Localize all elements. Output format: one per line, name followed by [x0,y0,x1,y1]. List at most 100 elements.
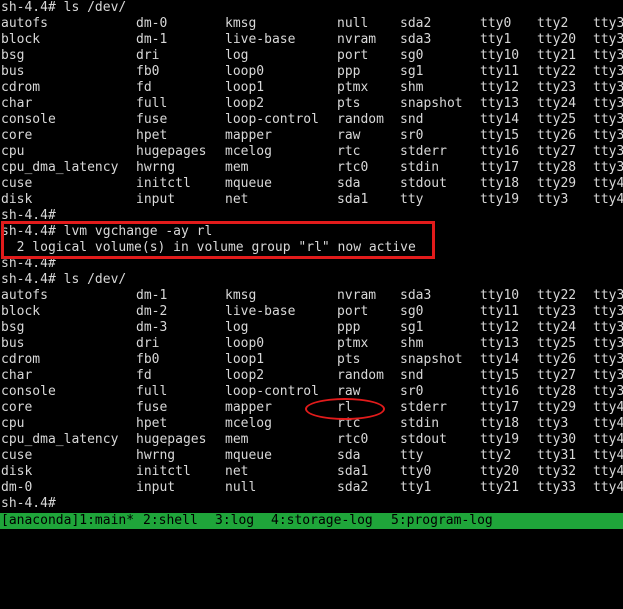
device-entry: mqueue [225,448,272,463]
device-entry: disk [1,464,33,479]
device-entry: tty20 [537,32,577,47]
device-entry: sda [337,448,361,463]
device-entry: tty28 [537,384,577,399]
device-entry: tty3 [593,64,623,79]
device-entry: port [337,304,369,319]
device-entry: cpu [1,144,25,159]
device-entry: initctl [136,464,191,479]
device-entry: cpu_dma_latency [1,160,119,175]
device-entry: initctl [136,176,191,191]
device-entry: tty0 [400,464,432,479]
device-entry: snd [400,368,424,383]
device-entry: tty26 [537,128,577,143]
device-entry: tty13 [480,96,520,111]
device-entry: rtc0 [337,160,369,175]
device-entry: input [136,480,176,495]
device-entry: tty3 [593,16,623,31]
device-entry: core [1,128,33,143]
device-entry: tty10 [480,288,520,303]
status-tab-shell[interactable]: 2:shell [143,513,198,529]
device-entry: loop1 [225,80,265,95]
terminal-screen[interactable]: sh-4.4# ls /dev/ autofs dm-0 kmsg null sda2 t… [0,0,623,513]
device-entry: net [225,192,249,207]
device-entry: tty23 [537,80,577,95]
device-entry: pts [337,352,361,367]
command-line-ls-2: sh-4.4# ls /dev/ [1,272,127,287]
device-entry: sda1 [337,464,369,479]
device-entry: mcelog [225,144,272,159]
listing-row: cdrom fd loop1 ptmx shm tty12 tty23 tty3 [0,80,623,96]
device-entry: bsg [1,320,25,335]
listing-row: cdrom fb0 loop1 pts snapshot tty14 tty26 tty3 [0,352,623,368]
device-entry: tty4 [593,448,623,463]
device-entry: core [1,400,33,415]
device-entry: fd [136,368,152,383]
highlight-ellipse-annotation [305,398,385,420]
listing-row: dm-0 input null sda2 tty1 tty21 tty33 tty4 [0,480,623,496]
device-entry: tty4 [593,192,623,207]
device-entry: tty24 [537,320,577,335]
device-entry: stdin [400,160,440,175]
status-session[interactable]: [anaconda]1:main* [1,513,134,529]
device-entry: cpu [1,416,25,431]
device-entry: tty2 [537,16,569,31]
device-entry: tty1 [400,480,432,495]
device-entry: input [136,192,176,207]
device-entry: tty3 [593,160,623,175]
device-entry: sda3 [400,32,432,47]
device-entry: sr0 [400,128,424,143]
device-entry: tty19 [480,432,520,447]
device-entry: mqueue [225,176,272,191]
device-entry: tty3 [593,288,623,303]
device-entry: net [225,464,249,479]
device-entry: tty29 [537,176,577,191]
listing-row: bus fb0 loop0 ppp sg1 tty11 tty22 tty3 [0,64,623,80]
status-tab-program-log[interactable]: 5:program-log [391,513,493,529]
listing-row: char fd loop2 random snd tty15 tty27 tty3 [0,368,623,384]
device-entry: full [136,96,168,111]
device-entry: cdrom [1,80,41,95]
final-prompt-line: sh-4.4# [1,496,56,511]
device-entry: tty3 [593,128,623,143]
device-entry: loop2 [225,368,265,383]
device-entry: tty16 [480,144,520,159]
listing-row: cpu_dma_latency hwrng mem rtc0 stdin tty17 tty… [0,160,623,176]
device-entry: tty25 [537,112,577,127]
device-entry: pts [337,96,361,111]
device-entry: tty21 [537,48,577,63]
device-entry: tty3 [593,320,623,335]
device-entry: dm-1 [136,32,168,47]
listing-row: console full loop-control raw sr0 tty16 tty28 t… [0,384,623,400]
device-entry: autofs [1,288,48,303]
device-entry: tty3 [593,352,623,367]
device-entry: fuse [136,400,168,415]
device-entry: tty26 [537,352,577,367]
device-entry: bsg [1,48,25,63]
device-entry: tty17 [480,400,520,415]
device-entry: tty27 [537,368,577,383]
device-entry: tty3 [593,112,623,127]
device-entry: snd [400,112,424,127]
status-tab-log[interactable]: 3:log [215,513,254,529]
device-entry: tty19 [480,192,520,207]
device-entry: random [337,368,384,383]
device-entry: null [225,480,257,495]
highlight-box-annotation [1,221,435,259]
device-entry: hwrng [136,160,176,175]
device-entry: sda1 [337,192,369,207]
device-entry: tty3 [537,416,569,431]
device-entry: rtc0 [337,432,369,447]
device-entry: random [337,112,384,127]
device-entry: tty2 [480,448,512,463]
device-entry: tty17 [480,160,520,175]
device-entry: tty23 [537,304,577,319]
status-tab-storage-log[interactable]: 4:storage-log [271,513,373,529]
device-entry: fd [136,80,152,95]
device-entry: live-base [225,304,296,319]
device-entry: autofs [1,16,48,31]
device-entry: tty1 [480,32,512,47]
device-entry: tty4 [593,464,623,479]
device-entry: log [225,48,249,63]
device-entry: hpet [136,128,168,143]
device-entry: live-base [225,32,296,47]
